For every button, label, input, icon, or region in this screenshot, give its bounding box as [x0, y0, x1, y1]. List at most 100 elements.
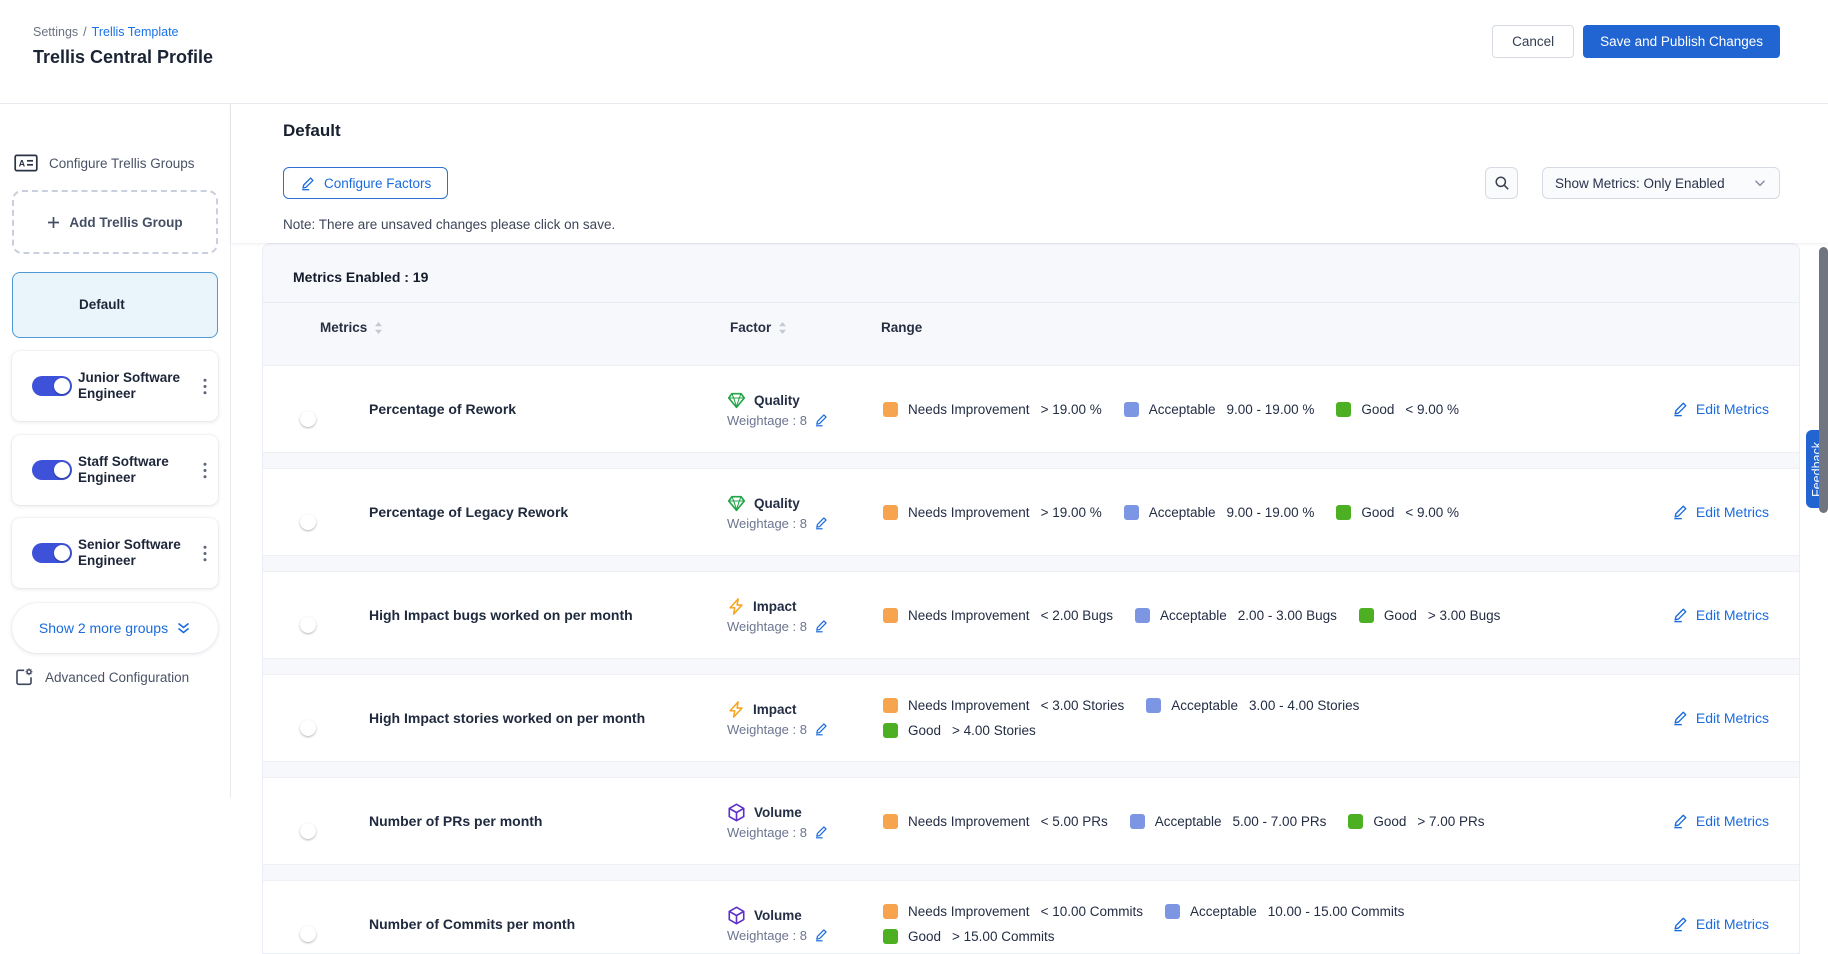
range-chip: Acceptable 3.00 - 4.00 Stories	[1146, 698, 1359, 713]
save-and-publish-button[interactable]: Save and Publish Changes	[1583, 25, 1780, 58]
metrics-table-body: Percentage of Rework Quality Weightage :…	[263, 365, 1799, 954]
metric-row: High Impact bugs worked on per month Imp…	[263, 571, 1799, 659]
factor-name: Impact	[753, 702, 797, 717]
range-label: Acceptable	[1155, 814, 1222, 829]
range-color-swatch	[883, 608, 898, 623]
sidebar-group-card[interactable]: Staff Software Engineer	[12, 435, 218, 505]
range-chip: Needs Improvement < 3.00 Stories	[883, 698, 1124, 713]
advanced-configuration-link[interactable]: Advanced Configuration	[14, 667, 218, 687]
breadcrumb: Settings/Trellis Template	[33, 25, 179, 39]
app-header: Settings/Trellis Template Trellis Centra…	[0, 0, 1828, 104]
range-chip: Good > 7.00 PRs	[1348, 814, 1484, 829]
edit-metrics-link[interactable]: Edit Metrics	[1672, 504, 1769, 520]
range-chip: Acceptable 10.00 - 15.00 Commits	[1165, 904, 1404, 919]
configure-trellis-groups-label: A Configure Trellis Groups	[14, 153, 218, 173]
kebab-menu-icon[interactable]	[196, 540, 214, 566]
sort-icon[interactable]	[374, 321, 383, 335]
metric-name: Percentage of Legacy Rework	[369, 504, 727, 520]
range-color-swatch	[1348, 814, 1363, 829]
cancel-button[interactable]: Cancel	[1492, 25, 1574, 58]
vertical-scrollbar-thumb[interactable]	[1819, 247, 1828, 513]
show-metrics-dropdown[interactable]: Show Metrics: Only Enabled	[1542, 167, 1780, 199]
configure-factors-button[interactable]: Configure Factors	[283, 167, 448, 199]
edit-weightage-pencil-icon[interactable]	[814, 722, 828, 736]
range-chip: Needs Improvement < 2.00 Bugs	[883, 608, 1113, 623]
edit-weightage-pencil-icon[interactable]	[814, 619, 828, 633]
range-label: Acceptable	[1171, 698, 1238, 713]
range-color-swatch	[1146, 698, 1161, 713]
edit-metrics-label: Edit Metrics	[1696, 504, 1769, 520]
plus-icon	[47, 216, 60, 229]
edit-metrics-link[interactable]: Edit Metrics	[1672, 710, 1769, 726]
edit-pencil-icon	[1672, 813, 1688, 829]
double-chevron-down-icon	[176, 621, 191, 635]
range-value: 2.00 - 3.00 Bugs	[1238, 608, 1337, 623]
range-value: < 9.00 %	[1405, 402, 1459, 417]
edit-metrics-link[interactable]: Edit Metrics	[1672, 401, 1769, 417]
metric-row: High Impact stories worked on per month …	[263, 674, 1799, 762]
gem-icon	[727, 494, 746, 513]
show-more-groups-button[interactable]: Show 2 more groups	[12, 603, 218, 653]
kebab-menu-icon[interactable]	[196, 373, 214, 399]
range-color-swatch	[1336, 505, 1351, 520]
edit-weightage-pencil-icon[interactable]	[814, 928, 828, 942]
range-chip: Acceptable 9.00 - 19.00 %	[1124, 402, 1315, 417]
range-value: < 3.00 Stories	[1041, 698, 1125, 713]
weightage-label: Weightage : 8	[727, 413, 807, 428]
factor-name: Quality	[754, 496, 800, 511]
range-chip: Good < 9.00 %	[1336, 505, 1459, 520]
range-chip: Needs Improvement > 19.00 %	[883, 402, 1102, 417]
range-cell: Needs Improvement < 10.00 Commits Accept…	[883, 904, 1503, 944]
factor-name: Impact	[753, 599, 797, 614]
sidebar-item-default-group[interactable]: Default	[12, 272, 218, 338]
breadcrumb-settings[interactable]: Settings	[33, 25, 78, 39]
bolt-icon	[727, 597, 745, 616]
range-label: Needs Improvement	[908, 698, 1030, 713]
metric-row: Number of Commits per month Volume Weigh…	[263, 880, 1799, 954]
edit-metrics-link[interactable]: Edit Metrics	[1672, 607, 1769, 623]
edit-weightage-pencil-icon[interactable]	[814, 413, 828, 427]
range-label: Needs Improvement	[908, 814, 1030, 829]
kebab-menu-icon[interactable]	[196, 457, 214, 483]
factor-name: Volume	[754, 908, 802, 923]
breadcrumb-trellis-template[interactable]: Trellis Template	[92, 25, 179, 39]
range-cell: Needs Improvement < 2.00 Bugs Acceptable…	[883, 608, 1503, 623]
gem-icon	[727, 391, 746, 410]
edit-metrics-link[interactable]: Edit Metrics	[1672, 916, 1769, 932]
metric-row: Number of PRs per month Volume Weightage…	[263, 777, 1799, 865]
range-chip: Acceptable 9.00 - 19.00 %	[1124, 505, 1315, 520]
range-color-swatch	[1130, 814, 1145, 829]
edit-weightage-pencil-icon[interactable]	[814, 825, 828, 839]
group-enabled-toggle[interactable]	[32, 460, 72, 480]
sidebar-group-card[interactable]: Senior Software Engineer	[12, 518, 218, 588]
range-value: < 9.00 %	[1405, 505, 1459, 520]
add-trellis-group-button[interactable]: Add Trellis Group	[12, 190, 218, 254]
edit-weightage-pencil-icon[interactable]	[814, 516, 828, 530]
range-color-swatch	[1336, 402, 1351, 417]
edit-pencil-icon	[1672, 710, 1688, 726]
group-name: Junior Software Engineer	[78, 370, 192, 402]
column-header-metrics[interactable]: Metrics	[320, 320, 730, 335]
range-color-swatch	[883, 402, 898, 417]
group-enabled-toggle[interactable]	[32, 543, 72, 563]
weightage-label: Weightage : 8	[727, 722, 807, 737]
range-value: 9.00 - 19.00 %	[1227, 505, 1315, 520]
header-actions: Cancel Save and Publish Changes	[1492, 25, 1780, 58]
show-metrics-dropdown-value: Show Metrics: Only Enabled	[1555, 176, 1725, 191]
metric-name: Percentage of Rework	[369, 401, 727, 417]
edit-metrics-link[interactable]: Edit Metrics	[1672, 813, 1769, 829]
metric-name: Number of PRs per month	[369, 813, 727, 829]
search-button[interactable]	[1485, 167, 1518, 199]
column-header-range: Range	[881, 320, 922, 335]
range-chip: Needs Improvement < 5.00 PRs	[883, 814, 1108, 829]
sort-icon[interactable]	[778, 321, 787, 335]
edit-pencil-icon	[1672, 916, 1688, 932]
sidebar-group-card[interactable]: Junior Software Engineer	[12, 351, 218, 421]
range-label: Needs Improvement	[908, 505, 1030, 520]
column-header-factor[interactable]: Factor	[730, 320, 881, 335]
gear-box-icon	[14, 667, 34, 687]
range-chip: Acceptable 2.00 - 3.00 Bugs	[1135, 608, 1337, 623]
range-label: Good	[1361, 505, 1394, 520]
edit-metrics-label: Edit Metrics	[1696, 916, 1769, 932]
group-enabled-toggle[interactable]	[32, 376, 72, 396]
